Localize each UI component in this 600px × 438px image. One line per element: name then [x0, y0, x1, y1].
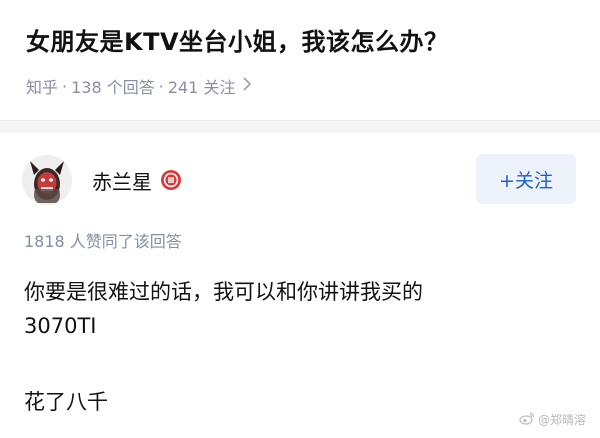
meta-separator: · — [62, 76, 68, 96]
watermark: @郑晴溶 — [519, 411, 586, 428]
section-divider — [0, 120, 600, 133]
answer-paragraph-3: 花了八千 — [24, 390, 108, 414]
follower-count[interactable]: 241 关注 — [168, 74, 236, 98]
answer-paragraph-1: 你要是很难过的话，我可以和你讲讲我买的 — [24, 280, 423, 304]
upvote-count: 1818 人赞同了该回答 — [24, 232, 182, 251]
answer-author-row: 赤兰星 +关注 — [22, 150, 578, 210]
meta-separator: · — [158, 76, 164, 96]
answer-count[interactable]: 138 个回答 — [71, 74, 155, 98]
source-label[interactable]: 知乎 — [26, 74, 58, 98]
question-title[interactable]: 女朋友是KTV坐台小姐，我该怎么办？ — [26, 22, 449, 57]
question-meta: 知乎 · 138 个回答 · 241 关注 — [26, 74, 252, 98]
avatar[interactable] — [22, 155, 72, 205]
answer-paragraph-2: 3070TI — [24, 314, 97, 338]
weibo-logo-icon — [519, 411, 538, 428]
watermark-text: @郑晴溶 — [537, 413, 586, 427]
chevron-right-icon[interactable] — [243, 77, 252, 95]
author-name[interactable]: 赤兰星 — [92, 166, 152, 195]
follow-button[interactable]: +关注 — [476, 154, 576, 204]
red-round-badge-icon — [160, 169, 182, 191]
